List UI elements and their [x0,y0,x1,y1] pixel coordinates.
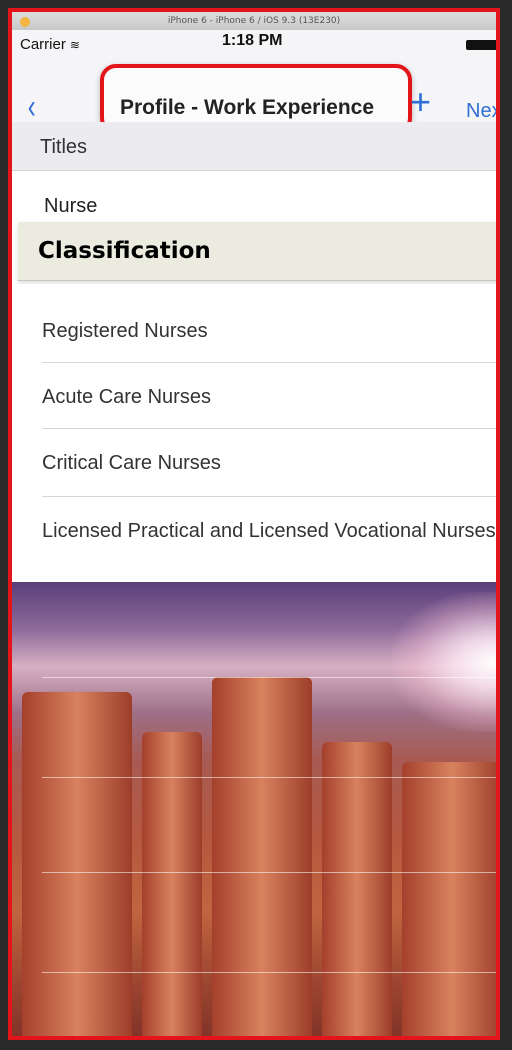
list-item[interactable]: Critical Care Nurses [42,446,496,480]
divider [42,972,496,973]
divider [42,496,496,497]
app-screen: iPhone 6 - iPhone 6 / iOS 9.3 (13E230) C… [8,8,500,1040]
title-value: Nurse [44,195,98,217]
list-item[interactable]: Acute Care Nurses [42,380,496,414]
divider [42,677,496,678]
wifi-icon: ≋ [69,38,80,52]
classification-list: Registered Nurses Acute Care Nurses Crit… [12,284,496,582]
rock-formation [22,692,132,1036]
status-bar: Carrier ≋ 1:18 PM [12,30,496,58]
rock-formation [402,762,496,1036]
rock-formation [142,732,202,1036]
simulator-title-bar: iPhone 6 - iPhone 6 / iOS 9.3 (13E230) [12,12,496,31]
sunburst [392,592,496,732]
classification-header: Classification [18,222,496,281]
list-item[interactable]: Registered Nurses [42,314,496,348]
rock-formation [212,677,312,1036]
battery-icon [466,40,496,50]
add-button[interactable]: + [410,82,431,122]
divider [42,777,496,778]
titles-section-header: Titles [12,122,496,171]
next-button[interactable]: Next [466,100,496,123]
rock-formation [322,742,392,1036]
canyon-landscape-image [12,582,496,1036]
back-button[interactable]: ‹ [28,90,36,124]
classification-label: Classification [38,238,211,264]
list-item[interactable]: Licensed Practical and Licensed Vocation… [42,514,496,548]
carrier-label: Carrier ≋ [20,36,80,53]
title-row-nurse[interactable]: Nurse [12,171,496,221]
divider [42,362,496,363]
divider [42,428,496,429]
page-title: Profile - Work Experience [120,96,375,119]
titles-header-label: Titles [40,136,88,158]
simulator-title: iPhone 6 - iPhone 6 / iOS 9.3 (13E230) [167,16,341,26]
minimize-dot[interactable] [20,17,30,27]
divider [42,872,496,873]
status-time: 1:18 PM [222,32,283,49]
